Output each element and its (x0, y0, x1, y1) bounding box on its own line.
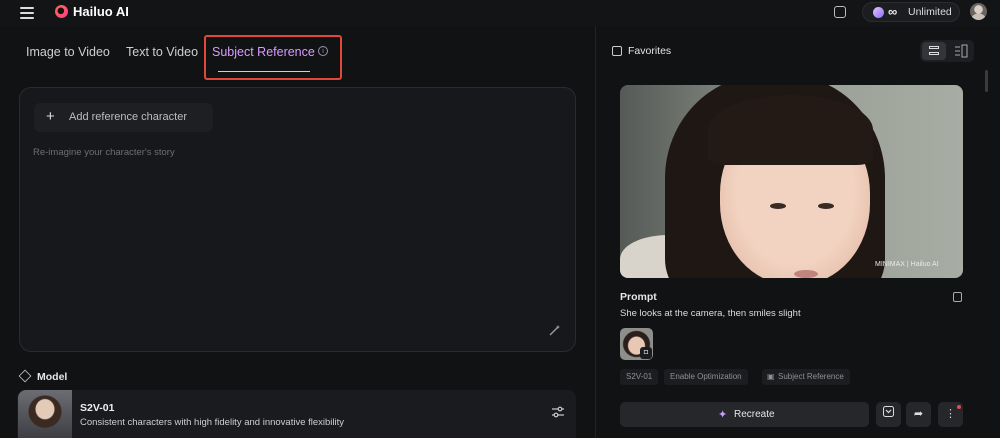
copy-icon[interactable] (953, 292, 962, 302)
add-reference-label: Add reference character (69, 111, 188, 123)
model-card[interactable]: S2V-01 Consistent characters with high f… (17, 390, 576, 438)
favorites-label[interactable]: Favorites (628, 45, 671, 57)
reference-thumbnail[interactable]: ◘ (620, 328, 653, 360)
notification-dot (957, 405, 961, 409)
video-frame-lips (794, 270, 818, 278)
avatar[interactable] (970, 3, 987, 20)
person-icon: ◘ (640, 347, 652, 359)
tab-image-to-video[interactable]: Image to Video (26, 45, 110, 59)
plan-label: Unlimited (908, 6, 952, 18)
model-description: Consistent characters with high fidelity… (80, 417, 345, 428)
video-frame-eye (818, 203, 834, 209)
sparkle-icon: ✦ (718, 409, 728, 421)
add-reference-button[interactable]: + Add reference character (34, 103, 213, 132)
view-toggle[interactable] (920, 40, 974, 62)
recreate-button[interactable]: ✦ Recreate (620, 402, 869, 427)
scrollbar[interactable] (985, 70, 988, 92)
gem-icon (873, 7, 884, 18)
cube-icon (18, 369, 32, 383)
more-vertical-icon: ⋮ (945, 408, 956, 420)
tag-optimization: Enable Optimization (664, 369, 748, 385)
tab-text-to-video[interactable]: Text to Video (126, 45, 198, 59)
book-icon[interactable] (834, 6, 846, 18)
magic-wand-icon[interactable] (548, 324, 561, 337)
download-button[interactable] (876, 402, 901, 427)
recreate-label: Recreate (734, 409, 775, 420)
plus-icon: + (46, 108, 55, 125)
single-view-icon[interactable] (922, 42, 946, 60)
tag-subject-reference: ▣ Subject Reference (762, 369, 850, 385)
menu-icon[interactable] (20, 5, 34, 19)
model-thumbnail (18, 390, 72, 438)
video-preview[interactable]: MINIMAX | Hailuo AI (620, 85, 963, 278)
hailuo-logo-icon[interactable] (55, 5, 68, 18)
video-watermark: MINIMAX | Hailuo AI (875, 261, 939, 268)
video-frame-fringe (708, 95, 873, 165)
image-icon: ▣ (767, 372, 775, 381)
panel-divider (595, 26, 596, 438)
model-name: S2V-01 (80, 402, 115, 414)
video-frame-eye (770, 203, 786, 209)
prompt-placeholder[interactable]: Re-imagine your character's story (33, 147, 175, 158)
favorites-checkbox[interactable] (612, 46, 622, 56)
tag-subject-reference-label: Subject Reference (778, 372, 844, 381)
list-view-icon[interactable] (950, 42, 972, 60)
plan-badge[interactable]: ∞ Unlimited (862, 2, 960, 22)
brand-name[interactable]: Hailuo AI (73, 4, 129, 19)
tag-model: S2V-01 (620, 369, 659, 385)
download-icon (883, 406, 894, 417)
prompt-title: Prompt (620, 291, 657, 303)
highlight-annotation (204, 35, 342, 80)
prompt-text: She looks at the camera, then smiles sli… (620, 308, 801, 319)
share-button[interactable]: ➦ (906, 402, 931, 427)
model-section-title: Model (37, 371, 68, 383)
more-button[interactable]: ⋮ (938, 402, 963, 427)
infinity-icon: ∞ (888, 4, 898, 19)
top-bar (0, 0, 1000, 26)
sliders-icon[interactable] (552, 406, 564, 418)
share-icon: ➦ (913, 408, 924, 420)
